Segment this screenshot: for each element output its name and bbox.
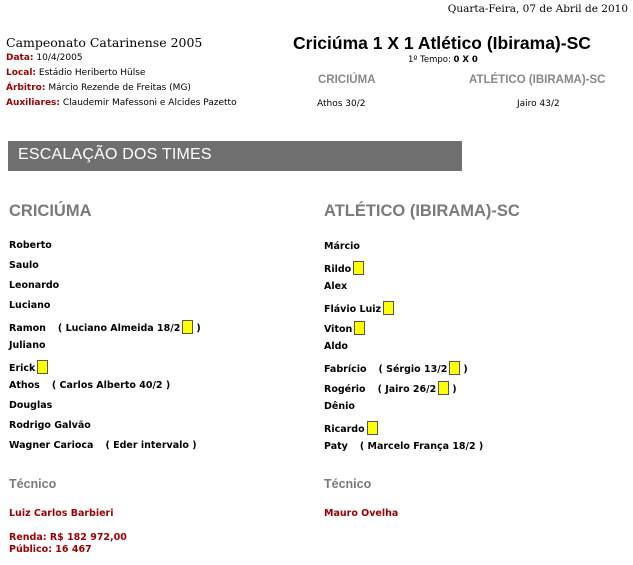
- player-name: Juliano: [9, 340, 46, 351]
- yellow-card-icon: [182, 320, 194, 334]
- player-name: Paty: [324, 441, 348, 452]
- substitution: ( Carlos Alberto 40/2 ): [51, 380, 171, 391]
- home-player-row: Douglas: [9, 400, 201, 420]
- away-player-row: Alex: [324, 281, 483, 301]
- yellow-card-icon: [438, 381, 450, 395]
- info-auxiliares: Auxiliares: Claudemir Mafessoni e Alcide…: [6, 98, 237, 108]
- arbitro-value: Márcio Rezende de Freitas (MG): [48, 83, 191, 93]
- info-local: Local: Estádio Heriberto Hülse: [6, 68, 145, 78]
- substitution: ( Sérgio 13/2: [378, 364, 448, 375]
- away-player-row: Rildo: [324, 261, 483, 281]
- away-goal-scorer: Jairo 43/2: [517, 99, 560, 109]
- first-half-score: 1º Tempo: 0 X 0: [408, 55, 478, 65]
- away-player-row: Paty ( Marcelo França 18/2 ): [324, 441, 483, 461]
- player-name: Fabrício: [324, 364, 367, 375]
- competition-title: Campeonato Catarinense 2005: [6, 35, 203, 50]
- away-coach: Mauro Ovelha: [324, 508, 399, 519]
- away-player-row: Márcio: [324, 241, 483, 261]
- substitution: ( Luciano Almeida 18/2: [57, 323, 181, 334]
- home-tecnico-label: Técnico: [9, 477, 57, 491]
- player-name: Ricardo: [324, 424, 365, 435]
- home-player-row: Juliano: [9, 340, 201, 360]
- home-player-row: Luciano: [9, 300, 201, 320]
- player-name: Alex: [324, 281, 348, 292]
- auxiliares-label: Auxiliares:: [6, 98, 61, 108]
- player-name: Rogério: [324, 384, 366, 395]
- arbitro-label: Árbitro:: [6, 83, 46, 93]
- away-player-row: Flávio Luiz: [324, 301, 483, 321]
- away-player-row: Rogério ( Jairo 26/2): [324, 381, 483, 401]
- section-title: ESCALAÇÃO DOS TIMES: [18, 146, 212, 163]
- local-value: Estádio Heriberto Hülse: [38, 68, 146, 78]
- home-player-row: Leonardo: [9, 280, 201, 300]
- info-arbitro: Árbitro: Márcio Rezende de Freitas (MG): [6, 83, 191, 93]
- home-team-header: CRICIÚMA: [318, 74, 376, 86]
- home-player-row: Rodrigo Galvão: [9, 420, 201, 440]
- player-name: Douglas: [9, 400, 53, 411]
- away-players-list: Márcio Rildo Alex Flávio Luiz Viton Aldo Fabrí…: [324, 241, 483, 461]
- yellow-card-icon: [354, 321, 366, 335]
- substitution: ( Marcelo França 18/2 ): [359, 441, 484, 452]
- player-name: Erick: [9, 363, 36, 374]
- away-player-row: Ricardo: [324, 421, 483, 441]
- yellow-card-icon: [366, 421, 378, 435]
- player-name: Márcio: [324, 241, 360, 252]
- away-player-row: Fabrício ( Sérgio 13/2): [324, 361, 483, 381]
- renda: Renda: R$ 182 972,00: [9, 532, 127, 543]
- away-player-row: Aldo: [324, 341, 483, 361]
- yellow-card-icon: [37, 360, 49, 374]
- publico: Público: 16 467: [9, 544, 92, 555]
- home-player-row: Athos ( Carlos Alberto 40/2 ): [9, 380, 201, 400]
- player-name: Flávio Luiz: [324, 304, 382, 315]
- player-name: Wagner Carioca: [9, 440, 94, 451]
- player-name: Athos: [9, 380, 40, 391]
- home-player-row: Saulo: [9, 260, 201, 280]
- away-player-row: Viton: [324, 321, 483, 341]
- yellow-card-icon: [383, 301, 395, 315]
- substitution: ( Jairo 26/2: [377, 384, 437, 395]
- player-name: Leonardo: [9, 280, 60, 291]
- yellow-card-icon: [449, 361, 461, 375]
- home-player-row: Wagner Carioca ( Eder intervalo ): [9, 440, 201, 460]
- home-player-row: Ramon ( Luciano Almeida 18/2): [9, 320, 201, 340]
- yellow-card-icon: [353, 261, 365, 275]
- info-data: Data: 10/4/2005: [6, 53, 83, 63]
- away-team-header: ATLÉTICO (IBIRAMA)-SC: [469, 74, 606, 86]
- period-score: 0 X 0: [453, 55, 478, 65]
- data-value: 10/4/2005: [36, 53, 83, 63]
- substitution-close: ): [196, 323, 201, 334]
- player-name: Dênio: [324, 401, 355, 412]
- player-name: Viton: [324, 324, 353, 335]
- player-name: Luciano: [9, 300, 51, 311]
- player-name: Saulo: [9, 260, 39, 271]
- home-players-list: Roberto Saulo Leonardo Luciano Ramon ( Lucian…: [9, 240, 201, 460]
- home-player-row: Erick: [9, 360, 201, 380]
- local-label: Local:: [6, 68, 37, 78]
- date-line: Quarta-Feira, 07 de Abril de 2010: [447, 3, 628, 15]
- home-player-row: Roberto: [9, 240, 201, 260]
- section-bar: ESCALAÇÃO DOS TIMES: [8, 141, 462, 171]
- home-goal-scorer: Athos 30/2: [317, 99, 366, 109]
- home-lineup-title: CRICIÚMA: [9, 202, 92, 220]
- period-label: 1º Tempo:: [408, 55, 451, 65]
- away-tecnico-label: Técnico: [324, 477, 372, 491]
- player-name: Aldo: [324, 341, 348, 352]
- player-name: Rildo: [324, 264, 352, 275]
- substitution: ( Eder intervalo ): [105, 440, 197, 451]
- auxiliares-value: Claudemir Mafessoni e Alcides Pazetto: [62, 98, 237, 108]
- away-lineup-title: ATLÉTICO (IBIRAMA)-SC: [324, 202, 520, 220]
- substitution-close: ): [463, 364, 468, 375]
- player-name: Roberto: [9, 240, 52, 251]
- substitution-close: ): [452, 384, 457, 395]
- data-label: Data:: [6, 53, 34, 63]
- away-player-row: Dênio: [324, 401, 483, 421]
- match-score: Criciúma 1 X 1 Atlético (Ibirama)-SC: [293, 33, 591, 53]
- player-name: Rodrigo Galvão: [9, 420, 91, 431]
- home-coach: Luiz Carlos Barbieri: [9, 508, 114, 519]
- player-name: Ramon: [9, 323, 46, 334]
